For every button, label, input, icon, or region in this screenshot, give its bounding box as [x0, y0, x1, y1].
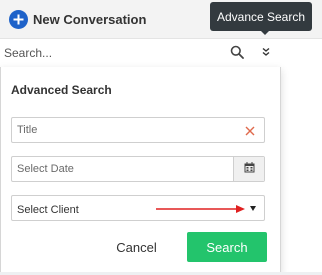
date-field: [11, 156, 265, 182]
new-conversation-label: New Conversation: [33, 11, 147, 27]
close-icon[interactable]: [244, 124, 256, 136]
date-input[interactable]: [17, 161, 217, 177]
caret-down-icon: [250, 206, 256, 211]
advanced-search-title: Advanced Search: [11, 83, 112, 97]
search-icon[interactable]: [230, 45, 244, 59]
red-arrow-annotation: [156, 205, 245, 213]
client-select-value: Select Client: [17, 204, 79, 216]
advanced-search-toggle[interactable]: [254, 39, 278, 67]
cancel-button[interactable]: Cancel: [109, 233, 164, 261]
plus-circle-icon: [9, 9, 28, 29]
advance-search-tooltip: Advance Search: [210, 2, 312, 31]
search-button[interactable]: Search: [187, 232, 267, 262]
new-conversation-button[interactable]: New Conversation: [9, 8, 146, 30]
search-input[interactable]: [4, 44, 214, 62]
calendar-button[interactable]: [233, 157, 264, 181]
tooltip-text: Advance Search: [216, 9, 306, 24]
tooltip-arrow: [260, 30, 270, 35]
title-input[interactable]: [17, 122, 217, 138]
double-chevron-down-icon: [262, 44, 270, 62]
search-bar: [0, 39, 280, 68]
advanced-search-panel: Advanced Search Title Select Date Select…: [0, 67, 281, 273]
title-field: [11, 117, 265, 143]
calendar-icon: [244, 160, 255, 178]
